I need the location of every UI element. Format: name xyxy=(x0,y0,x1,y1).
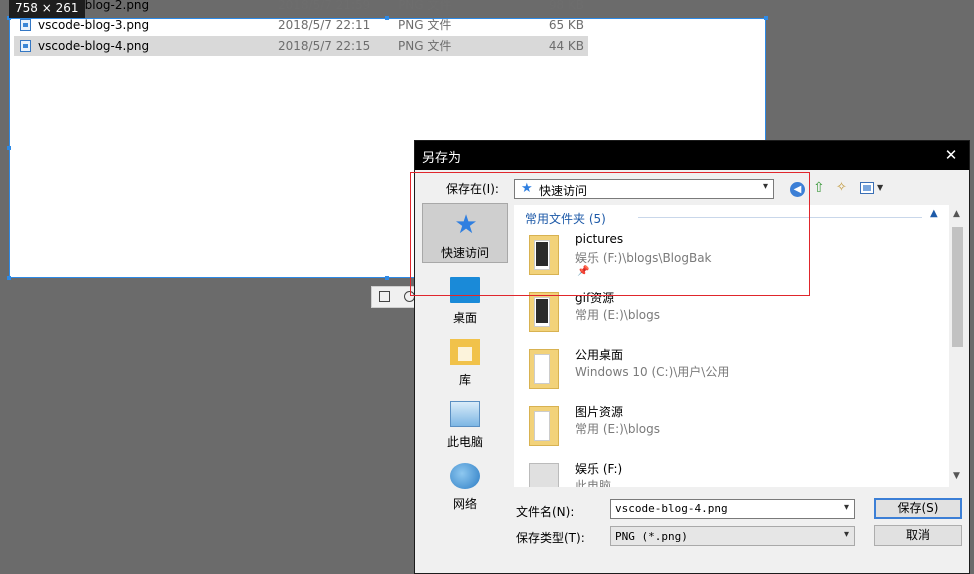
file-name: vscode-blog-3.png xyxy=(38,18,150,32)
png-file-icon xyxy=(20,19,31,31)
item-path: 此电脑 xyxy=(575,479,612,487)
place-label: 库 xyxy=(458,373,471,387)
resize-handle-bl[interactable] xyxy=(7,276,11,280)
save-button[interactable]: 保存(S) xyxy=(874,498,962,519)
folder-icon xyxy=(529,349,559,389)
file-name-value: vscode-blog-4.png xyxy=(615,502,728,515)
item-path: 常用 (E:)\blogs xyxy=(575,308,661,322)
drive-icon xyxy=(529,463,559,487)
place-network[interactable]: 网络 xyxy=(422,455,508,515)
view-menu-arrow-icon[interactable]: ▼ xyxy=(877,183,883,192)
resize-handle-b[interactable] xyxy=(385,276,389,280)
annotation-rectangle xyxy=(410,172,810,296)
file-size: 65 KB xyxy=(548,18,584,32)
place-label: 桌面 xyxy=(452,311,477,325)
list-item[interactable]: 娱乐 (F:) 此电脑 xyxy=(514,455,946,487)
file-type: PNG 文件 xyxy=(398,18,452,32)
file-size: 98 KB xyxy=(548,0,584,12)
place-label: 此电脑 xyxy=(446,435,483,449)
list-item[interactable]: 公用桌面 Windows 10 (C:)\用户\公用 xyxy=(514,341,946,398)
item-name: 娱乐 (F:) xyxy=(575,462,623,476)
resize-handle-l[interactable] xyxy=(7,146,11,150)
file-name: vscode-blog-4.png xyxy=(38,39,150,53)
file-size: 44 KB xyxy=(548,39,584,53)
file-date: 2018/5/7 21:59 xyxy=(278,0,371,12)
folder-icon xyxy=(529,406,559,446)
dialog-title: 另存为 xyxy=(422,151,462,166)
up-folder-icon[interactable]: ⇧ xyxy=(813,180,825,196)
selection-size-label: 758 × 261 xyxy=(9,0,85,18)
folder-icon xyxy=(529,292,559,332)
scroll-down-icon[interactable]: ▼ xyxy=(953,471,960,481)
chevron-up-icon[interactable]: ▲ xyxy=(930,208,938,219)
item-name: 公用桌面 xyxy=(575,348,624,362)
place-this-pc[interactable]: 此电脑 xyxy=(422,393,508,453)
file-date: 2018/5/7 22:15 xyxy=(278,39,371,53)
dialog-titlebar[interactable]: 另存为 ✕ xyxy=(415,141,969,170)
file-name-field[interactable]: vscode-blog-4.png ▾ xyxy=(610,499,855,519)
file-name-label: 文件名(N): xyxy=(516,505,575,519)
file-type-value: PNG (*.png) xyxy=(615,530,688,543)
library-icon xyxy=(450,339,480,365)
view-menu-icon[interactable] xyxy=(860,182,874,194)
file-date: 2018/5/7 22:11 xyxy=(278,18,371,32)
this-pc-icon xyxy=(450,401,480,427)
file-type: PNG 文件 xyxy=(398,0,452,12)
scroll-thumb[interactable] xyxy=(952,227,963,347)
item-name: 图片资源 xyxy=(575,405,624,419)
file-type-select[interactable]: PNG (*.png) ▾ xyxy=(610,526,855,546)
rectangle-tool-icon[interactable] xyxy=(379,291,390,302)
item-path: Windows 10 (C:)\用户\公用 xyxy=(575,365,730,379)
scroll-up-icon[interactable]: ▲ xyxy=(953,209,960,219)
network-icon xyxy=(450,463,480,489)
place-label: 网络 xyxy=(452,497,477,511)
file-row[interactable]: vscode-blog-2.png 2018/5/7 21:59 PNG 文件 … xyxy=(14,0,588,15)
file-row[interactable]: vscode-blog-4.png 2018/5/7 22:15 PNG 文件 … xyxy=(14,36,588,56)
chevron-down-icon[interactable]: ▾ xyxy=(844,502,849,513)
screenshot-toolbar xyxy=(371,286,415,308)
png-file-icon xyxy=(20,40,31,52)
cancel-button[interactable]: 取消 xyxy=(874,525,962,546)
item-path: 常用 (E:)\blogs xyxy=(575,422,661,436)
vertical-scrollbar[interactable]: ▲ ▼ xyxy=(949,205,966,487)
list-item[interactable]: 图片资源 常用 (E:)\blogs xyxy=(514,398,946,455)
place-library[interactable]: 库 xyxy=(422,331,508,391)
file-row[interactable]: vscode-blog-3.png 2018/5/7 22:11 PNG 文件 … xyxy=(14,15,588,35)
file-type: PNG 文件 xyxy=(398,39,452,53)
chevron-down-icon: ▾ xyxy=(843,529,849,540)
file-type-label: 保存类型(T): xyxy=(516,531,585,545)
resize-handle-tr[interactable] xyxy=(764,16,768,20)
new-folder-icon[interactable]: ✧ xyxy=(836,180,847,195)
close-button[interactable]: ✕ xyxy=(933,141,969,170)
